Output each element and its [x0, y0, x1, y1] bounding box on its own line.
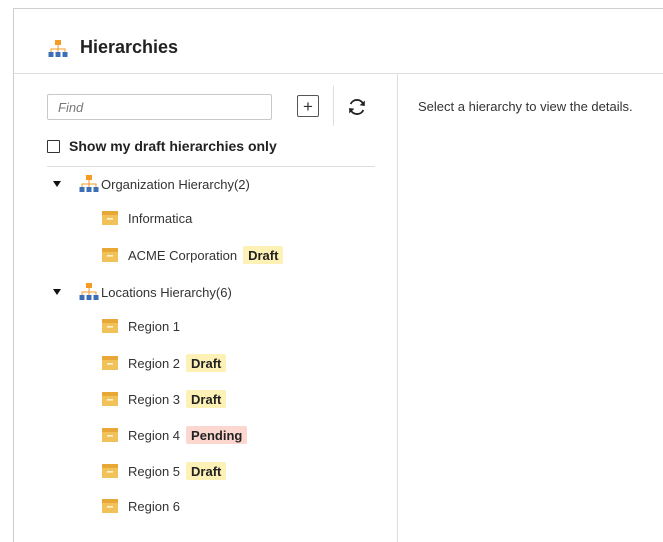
org-hierarchy-icon — [79, 175, 99, 192]
hierarchy-node-icon — [102, 464, 118, 478]
tree-hierarchy-row[interactable]: Locations Hierarchy(6) — [53, 282, 232, 302]
panel-header: Hierarchies — [14, 9, 663, 74]
node-label: Region 6 — [128, 498, 181, 514]
hierarchy-node-icon — [102, 356, 118, 370]
search-input[interactable] — [47, 94, 272, 120]
tree-node-row[interactable]: Region 1 — [101, 318, 180, 334]
hierarchy-node-icon — [102, 499, 118, 513]
hierarchy-node-icon — [102, 248, 118, 262]
add-hierarchy-button[interactable]: + — [297, 95, 319, 117]
node-label: Region 5 — [128, 463, 181, 479]
node-label: Region 4 — [128, 427, 181, 443]
tree-node-row[interactable]: Region 2 Draft — [101, 354, 227, 372]
page-title: Hierarchies — [80, 37, 179, 57]
expand-caret-icon[interactable] — [53, 289, 61, 295]
tree-hierarchy-row[interactable]: Organization Hierarchy(2) — [53, 174, 250, 194]
node-label: Region 3 — [128, 391, 181, 407]
status-badge: Pending — [186, 426, 248, 444]
hierarchy-label: Locations Hierarchy(6) — [101, 284, 232, 300]
empty-state-message: Select a hierarchy to view the details. — [418, 99, 633, 114]
tree-node-row[interactable]: ACME Corporation Draft — [101, 246, 284, 264]
status-badge: Draft — [186, 354, 227, 372]
node-label: Region 1 — [128, 318, 181, 334]
node-label: Informatica — [128, 210, 193, 226]
hierarchy-node-icon — [102, 319, 118, 333]
draft-only-toggle[interactable]: Show my draft hierarchies only — [47, 138, 277, 154]
hierarchy-node-icon — [102, 428, 118, 442]
expand-caret-icon[interactable] — [53, 181, 61, 187]
tree-node-row[interactable]: Region 3 Draft — [101, 390, 227, 408]
node-label: Region 2 — [128, 355, 181, 371]
org-hierarchy-icon — [79, 283, 99, 300]
status-badge: Draft — [186, 390, 227, 408]
toolbar-divider — [333, 86, 334, 126]
status-badge: Draft — [186, 462, 227, 480]
tree-node-row[interactable]: Region 4 Pending — [101, 426, 248, 444]
hierarchies-panel: Hierarchies + Show my draft hierarchies … — [13, 8, 663, 542]
tree-node-row[interactable]: Region 6 — [101, 498, 180, 514]
status-badge: Draft — [243, 246, 284, 264]
hierarchy-label: Organization Hierarchy(2) — [101, 176, 250, 192]
tree-node-row[interactable]: Informatica — [101, 210, 192, 226]
hierarchy-node-icon — [102, 211, 118, 225]
draft-only-label: Show my draft hierarchies only — [69, 138, 277, 154]
org-hierarchy-icon — [48, 40, 68, 57]
node-label: ACME Corporation — [128, 247, 238, 263]
draft-only-checkbox[interactable] — [47, 139, 60, 153]
tree-node-row[interactable]: Region 5 Draft — [101, 462, 227, 480]
divider — [47, 166, 375, 167]
hierarchy-node-icon — [102, 392, 118, 406]
refresh-icon[interactable] — [346, 96, 368, 118]
plus-icon: + — [303, 96, 313, 116]
hierarchy-list-pane: + Show my draft hierarchies only Organiz… — [14, 74, 398, 542]
details-pane: Select a hierarchy to view the details. — [398, 74, 663, 542]
